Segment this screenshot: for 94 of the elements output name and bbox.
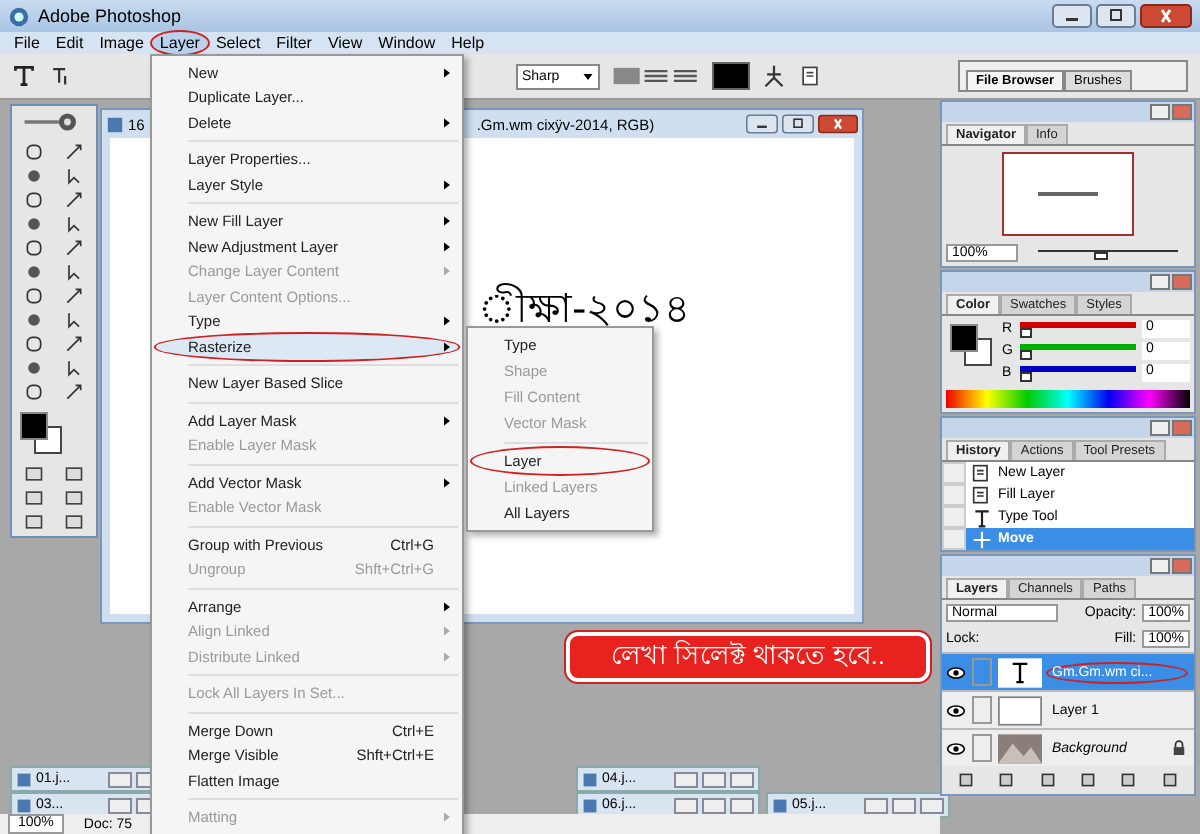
tool-icon[interactable] [63,165,84,185]
palette-minimize-button[interactable] [1150,274,1170,290]
mode-icon[interactable] [24,487,45,507]
menu-item[interactable]: Image [91,32,152,54]
tool-icon[interactable] [24,237,45,257]
menu-item[interactable]: Filter [268,32,320,54]
tool-icon[interactable] [63,213,84,233]
maximize-button[interactable] [782,114,814,134]
menu-item[interactable]: File [6,32,48,54]
layer-action-icon[interactable] [1120,772,1137,788]
photo-placeholder [998,733,1042,763]
menu-item[interactable]: Window [370,32,444,54]
tool-icon[interactable] [63,285,84,305]
tool-icon[interactable] [24,213,45,233]
layer-action-icon[interactable] [958,772,975,788]
tool-icon[interactable] [24,189,45,209]
layer-icon [972,463,992,483]
tool-icon[interactable] [63,357,84,377]
tool-icon[interactable] [63,261,84,281]
menu-item[interactable]: Select [207,32,269,54]
close-button[interactable] [818,114,858,134]
layer-action-icon[interactable] [1080,772,1097,788]
layer-thumbnail [998,695,1042,725]
channel-slider[interactable] [1020,365,1136,381]
tool-icon[interactable] [24,357,45,377]
tool-icon[interactable] [24,261,45,281]
navigator-thumbnail [1002,152,1134,236]
window-button[interactable] [920,797,944,813]
window-title: Adobe Photoshop [38,6,182,26]
channel-slider[interactable] [1020,343,1136,359]
color-ramp[interactable] [946,390,1190,408]
window-button[interactable] [730,797,754,813]
document-icon [106,115,124,133]
document-icon [772,797,788,813]
window-button[interactable] [674,771,698,787]
window-button[interactable] [892,797,916,813]
text-align-icon[interactable] [612,64,700,88]
tool-icon[interactable] [24,165,45,185]
eye-icon[interactable] [946,665,966,679]
tool-icon[interactable] [63,141,84,161]
window-button[interactable] [702,771,726,787]
menu-item[interactable]: View [319,32,371,54]
menu-item[interactable]: Help [443,32,493,54]
type-icon [972,507,992,527]
layer-action-icon[interactable] [1039,772,1056,788]
callout-note: লেখা সিলেক্ট থাকতে হবে.. [566,632,930,682]
text-orientation-icon[interactable] [48,64,72,88]
eye-icon[interactable] [946,741,966,755]
palette-minimize-button[interactable] [1150,558,1170,574]
window-button[interactable] [702,797,726,813]
maximize-button[interactable] [1096,4,1136,28]
channel-slider[interactable] [1020,321,1136,337]
minimize-button[interactable] [746,114,778,134]
type-layer-icon [998,657,1042,687]
window-button[interactable] [108,771,132,787]
menu-item[interactable]: Edit [47,32,92,54]
text-color-swatch[interactable] [712,62,750,90]
color-swatches-icon[interactable] [16,408,68,456]
close-button[interactable] [1140,4,1192,28]
tool-icon[interactable] [63,189,84,209]
tool-icon[interactable] [24,309,45,329]
mode-icon[interactable] [24,463,45,483]
move-icon [972,529,992,549]
tool-icon[interactable] [63,333,84,353]
mode-icon[interactable] [24,511,45,531]
tool-icon[interactable] [63,309,84,329]
layer-action-icon[interactable] [1161,772,1178,788]
menu-item[interactable]: Layer [151,32,208,54]
canvas-text: ীক্ষা-২০১৪ [478,288,691,328]
palette-minimize-button[interactable] [1150,104,1170,120]
mode-icon[interactable] [63,487,84,507]
palette-minimize-button[interactable] [1150,420,1170,436]
tool-icon[interactable] [24,381,45,401]
window-button[interactable] [864,797,888,813]
type-tool-icon[interactable] [12,64,36,88]
minimize-button[interactable] [1052,4,1092,28]
layer-action-icon[interactable] [998,772,1015,788]
tool-icon[interactable] [24,285,45,305]
tool-icon[interactable] [63,237,84,257]
app-icon [8,5,30,27]
window-button[interactable] [674,797,698,813]
color-swatches-icon[interactable] [946,320,998,368]
tool-icon[interactable] [63,381,84,401]
mode-icon[interactable] [63,511,84,531]
caret-icon [582,71,594,81]
mode-icon[interactable] [63,463,84,483]
eye-icon[interactable] [946,703,966,717]
warp-text-icon[interactable] [762,64,786,88]
tool-icon[interactable] [24,141,45,161]
layer-icon [972,485,992,505]
tool-icon[interactable] [24,333,45,353]
palette-icon[interactable] [798,64,822,88]
window-button[interactable] [730,771,754,787]
window-button[interactable] [108,797,132,813]
